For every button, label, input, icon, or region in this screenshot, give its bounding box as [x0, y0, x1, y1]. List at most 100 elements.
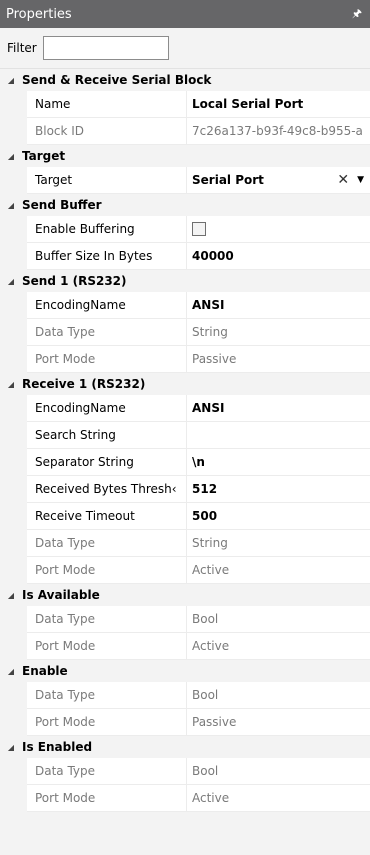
pin-icon[interactable]: 🖈︎ — [352, 5, 362, 24]
property-name: Data Type — [27, 530, 187, 557]
property-value: String — [187, 530, 370, 557]
category-label: Send & Receive Serial Block — [22, 73, 212, 87]
collapse-arrow-icon[interactable]: ◢ — [0, 152, 22, 161]
enable-buffering-checkbox[interactable] — [187, 216, 370, 243]
property-row[interactable]: Enable Buffering — [0, 216, 370, 243]
row-gutter — [0, 422, 27, 449]
row-gutter — [0, 709, 27, 736]
property-value: Passive — [187, 346, 370, 373]
collapse-arrow-icon[interactable]: ◢ — [0, 76, 22, 85]
row-gutter — [0, 216, 27, 243]
property-value: Bool — [187, 682, 370, 709]
clear-icon[interactable]: ✕ — [337, 172, 349, 188]
property-value[interactable]: ANSI — [187, 395, 370, 422]
property-name: Block ID — [27, 118, 187, 145]
row-gutter — [0, 682, 27, 709]
property-name: Port Mode — [27, 346, 187, 373]
property-row[interactable]: Search String — [0, 422, 370, 449]
property-row[interactable]: Target Serial Port ✕ ▼ — [0, 167, 370, 194]
property-grid: ◢ Send & Receive Serial Block Name Local Se… — [0, 69, 370, 812]
category-header[interactable]: ◢ Target — [0, 145, 370, 167]
category-label: Receive 1 (RS232) — [22, 377, 146, 391]
category-header[interactable]: ◢ Is Available — [0, 584, 370, 606]
row-gutter — [0, 292, 27, 319]
property-value: Bool — [187, 606, 370, 633]
property-row[interactable]: Name Local Serial Port — [0, 91, 370, 118]
property-row[interactable]: Buffer Size In Bytes 40000 — [0, 243, 370, 270]
target-select[interactable]: Serial Port ✕ ▼ — [187, 167, 370, 194]
property-row[interactable]: EncodingName ANSI — [0, 292, 370, 319]
property-name: Port Mode — [27, 633, 187, 660]
collapse-arrow-icon[interactable]: ◢ — [0, 591, 22, 600]
property-row[interactable]: EncodingName ANSI — [0, 395, 370, 422]
property-value: Active — [187, 557, 370, 584]
property-value[interactable]: ANSI — [187, 292, 370, 319]
collapse-arrow-icon[interactable]: ◢ — [0, 277, 22, 286]
property-value[interactable]: 40000 — [187, 243, 370, 270]
property-value[interactable]: 500 — [187, 503, 370, 530]
property-name: Port Mode — [27, 709, 187, 736]
property-row[interactable]: Port Mode Active — [0, 633, 370, 660]
category-header[interactable]: ◢ Send 1 (RS232) — [0, 270, 370, 292]
category-header[interactable]: ◢ Receive 1 (RS232) — [0, 373, 370, 395]
property-value[interactable]: Local Serial Port — [187, 91, 370, 118]
property-value[interactable] — [187, 422, 370, 449]
category-header[interactable]: ◢ Is Enabled — [0, 736, 370, 758]
property-name: EncodingName — [27, 395, 187, 422]
category-header[interactable]: ◢ Enable — [0, 660, 370, 682]
property-row[interactable]: Data Type String — [0, 319, 370, 346]
panel-title: Properties — [6, 6, 72, 22]
property-name: Buffer Size In Bytes — [27, 243, 187, 270]
row-gutter — [0, 476, 27, 503]
property-name: Separator String — [27, 449, 187, 476]
property-name: Name — [27, 91, 187, 118]
category-header[interactable]: ◢ Send Buffer — [0, 194, 370, 216]
collapse-arrow-icon[interactable]: ◢ — [0, 667, 22, 676]
property-row[interactable]: Receive Timeout 500 — [0, 503, 370, 530]
collapse-arrow-icon[interactable]: ◢ — [0, 743, 22, 752]
row-gutter — [0, 557, 27, 584]
property-row[interactable]: Block ID 7c26a137-b93f-49c8-b955-a — [0, 118, 370, 145]
property-row[interactable]: Data Type Bool — [0, 682, 370, 709]
property-value[interactable]: \n — [187, 449, 370, 476]
filter-bar: Filter — [0, 28, 370, 69]
category-label: Is Enabled — [22, 740, 93, 754]
property-row[interactable]: Data Type Bool — [0, 606, 370, 633]
category-label: Enable — [22, 664, 68, 678]
row-gutter — [0, 633, 27, 660]
property-name: Received Bytes Thresh‹ — [27, 476, 187, 503]
property-row[interactable]: Port Mode Passive — [0, 346, 370, 373]
property-name: Receive Timeout — [27, 503, 187, 530]
property-row[interactable]: Received Bytes Thresh‹ 512 — [0, 476, 370, 503]
row-gutter — [0, 243, 27, 270]
property-row[interactable]: Separator String \n — [0, 449, 370, 476]
row-gutter — [0, 530, 27, 557]
property-value: Passive — [187, 709, 370, 736]
row-gutter — [0, 118, 27, 145]
collapse-arrow-icon[interactable]: ◢ — [0, 201, 22, 210]
property-row[interactable]: Data Type String — [0, 530, 370, 557]
row-gutter — [0, 758, 27, 785]
row-gutter — [0, 449, 27, 476]
property-row[interactable]: Port Mode Active — [0, 785, 370, 812]
property-row[interactable]: Port Mode Passive — [0, 709, 370, 736]
row-gutter — [0, 167, 27, 194]
dropdown-arrow-icon[interactable]: ▼ — [357, 175, 364, 185]
collapse-arrow-icon[interactable]: ◢ — [0, 380, 22, 389]
filter-input[interactable] — [42, 36, 169, 60]
category-header[interactable]: ◢ Send & Receive Serial Block — [0, 69, 370, 91]
property-row[interactable]: Data Type Bool — [0, 758, 370, 785]
property-name: Port Mode — [27, 785, 187, 812]
property-value: String — [187, 319, 370, 346]
row-gutter — [0, 785, 27, 812]
row-gutter — [0, 91, 27, 118]
row-gutter — [0, 346, 27, 373]
row-gutter — [0, 606, 27, 633]
category-label: Is Available — [22, 588, 100, 602]
property-row[interactable]: Port Mode Active — [0, 557, 370, 584]
property-value: Active — [187, 785, 370, 812]
property-name: Data Type — [27, 758, 187, 785]
filter-label: Filter — [7, 41, 37, 55]
property-value[interactable]: 512 — [187, 476, 370, 503]
checkbox[interactable] — [192, 222, 206, 236]
